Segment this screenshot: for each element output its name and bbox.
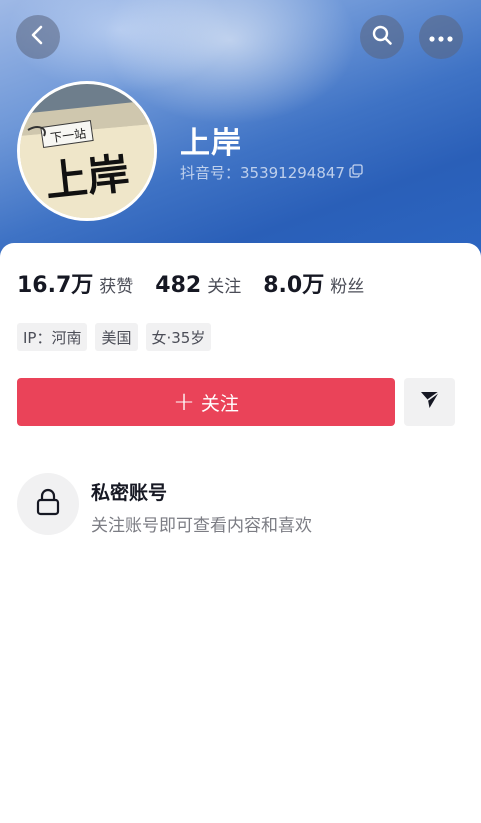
stat-following-label: 关注 [207, 277, 242, 297]
profile-tags: IP：河南 美国 女·35岁 [17, 323, 212, 351]
avatar-large-text: 上岸 [43, 149, 132, 207]
stat-likes-value: 16.7万 [17, 273, 94, 298]
douyin-id-row[interactable]: 抖音号：35391294847 [180, 162, 363, 183]
stat-followers-value: 8.0万 [263, 273, 325, 298]
search-icon [371, 24, 393, 50]
douyin-id-text: 抖音号：35391294847 [180, 164, 345, 182]
plus-icon: + [173, 387, 195, 417]
stat-likes-label: 获赞 [99, 277, 134, 297]
tag-ip-location: IP：河南 [17, 323, 88, 351]
back-button[interactable] [16, 15, 60, 59]
copy-icon[interactable] [349, 163, 363, 182]
private-account-description: 关注账号即可查看内容和喜欢 [91, 516, 312, 536]
stats-row: 16.7万 获赞 482 关注 8.0万 粉丝 [17, 267, 386, 299]
stat-followers-label: 粉丝 [330, 277, 365, 297]
profile-name: 上岸 [180, 126, 242, 161]
lock-icon [36, 488, 60, 520]
follow-button-label: 关注 [200, 392, 239, 415]
search-button[interactable] [360, 15, 404, 59]
stat-followers[interactable]: 8.0万 粉丝 [263, 267, 364, 299]
chevron-left-icon [27, 24, 49, 50]
stat-likes[interactable]: 16.7万 获赞 [17, 267, 133, 299]
stat-following[interactable]: 482 关注 [155, 272, 241, 298]
share-button[interactable] [404, 378, 455, 426]
stat-following-value: 482 [155, 273, 202, 298]
tag-gender-age: 女·35岁 [145, 323, 212, 351]
avatar[interactable]: 下一站 上岸 [17, 81, 157, 221]
more-dots-icon [428, 28, 454, 47]
tag-country: 美国 [95, 323, 138, 351]
private-account-title: 私密账号 [91, 482, 168, 504]
more-button[interactable] [419, 15, 463, 59]
follow-button[interactable]: + 关注 [17, 378, 395, 426]
send-icon [419, 390, 441, 414]
private-account-icon-circle [17, 473, 79, 535]
